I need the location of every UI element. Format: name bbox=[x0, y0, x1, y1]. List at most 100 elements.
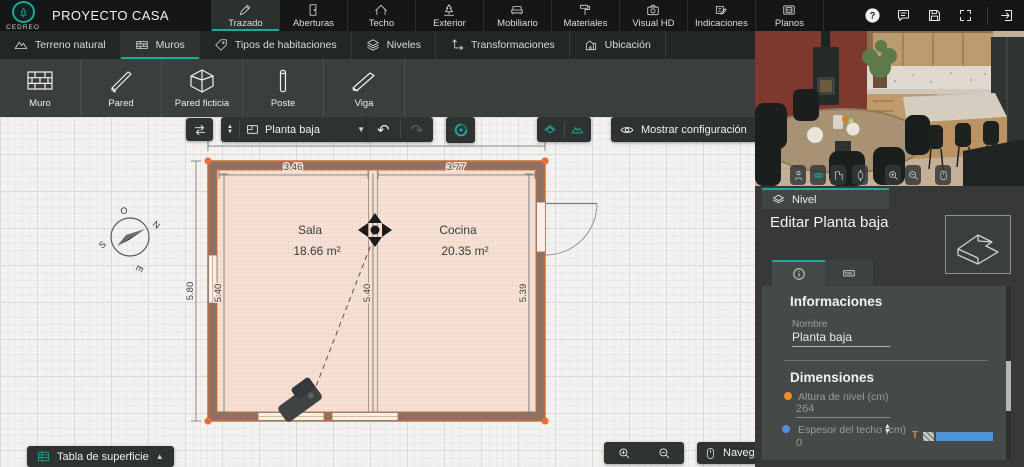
tool-viga[interactable]: Viga bbox=[324, 59, 405, 117]
sofa-icon bbox=[510, 3, 524, 17]
tool-poste[interactable]: Poste bbox=[243, 59, 324, 117]
compass-e: E bbox=[134, 264, 146, 274]
door-opening[interactable] bbox=[537, 202, 546, 252]
roof-view-icon bbox=[543, 123, 557, 137]
zoom-out-button[interactable] bbox=[644, 447, 684, 460]
subtab-transformaciones[interactable]: Transformaciones bbox=[436, 31, 570, 59]
preview-mouse-button[interactable] bbox=[935, 165, 951, 185]
room-floor[interactable] bbox=[217, 170, 536, 412]
room-area-sala[interactable]: 18.66 m² bbox=[293, 244, 340, 258]
tool-pared-ficticia[interactable]: Pared ficticia bbox=[162, 59, 243, 117]
texture-swatch[interactable] bbox=[923, 432, 934, 441]
tab-materiales[interactable]: Materiales bbox=[552, 0, 620, 31]
door-swing[interactable] bbox=[546, 204, 598, 256]
3d-preview-viewport[interactable] bbox=[755, 31, 1024, 186]
pencil-icon bbox=[238, 3, 252, 17]
room-name-cocina[interactable]: Cocina bbox=[439, 223, 477, 237]
tab-label: Techo bbox=[369, 18, 394, 29]
room-area-cocina[interactable]: 20.35 m² bbox=[441, 244, 488, 258]
exit-button[interactable] bbox=[987, 7, 1014, 25]
tool-label: Viga bbox=[355, 98, 374, 109]
subtab-muros[interactable]: Muros bbox=[121, 31, 200, 59]
swap-view-button[interactable] bbox=[186, 118, 213, 141]
exit-icon bbox=[999, 8, 1014, 23]
paint-swirl-icon bbox=[453, 122, 469, 138]
tab-trazado[interactable]: Trazado bbox=[211, 0, 280, 31]
roof-icon bbox=[374, 3, 388, 17]
tab-aberturas[interactable]: Aberturas bbox=[280, 0, 348, 31]
app-logo[interactable]: CEDREO bbox=[0, 0, 46, 31]
value-stepper[interactable]: ▲▼ bbox=[884, 425, 891, 434]
scrollbar-thumb[interactable] bbox=[1006, 361, 1011, 411]
level-iso-icon bbox=[952, 223, 1004, 267]
paint-mode-button[interactable] bbox=[446, 117, 475, 143]
right-panel: Nivel Editar Planta baja Informaciones N… bbox=[755, 31, 1024, 467]
terrain-view-button[interactable] bbox=[565, 123, 592, 137]
zoom-controls bbox=[604, 442, 684, 464]
tab-label: Materiales bbox=[564, 18, 608, 29]
panel-scrollbar[interactable] bbox=[1006, 286, 1011, 460]
panel-title: Editar Planta baja bbox=[770, 214, 888, 231]
zoom-out-icon bbox=[658, 447, 671, 460]
floor-plan-icon bbox=[246, 123, 259, 136]
zoom-in-button[interactable] bbox=[604, 447, 644, 460]
save-button[interactable] bbox=[925, 7, 943, 25]
tab-planos[interactable]: Planos bbox=[756, 0, 824, 31]
tab-exterior[interactable]: Exterior bbox=[416, 0, 484, 31]
subtab-label: Terreno natural bbox=[35, 39, 106, 51]
show-config-button[interactable]: Mostrar configuración ▼ bbox=[611, 117, 755, 142]
subtab-ubicacion[interactable]: Ubicación bbox=[570, 31, 666, 59]
ceiling-input[interactable] bbox=[796, 437, 890, 451]
help-button[interactable]: ? bbox=[863, 7, 881, 25]
info-tab[interactable] bbox=[772, 260, 825, 286]
tab-techo[interactable]: Techo bbox=[348, 0, 416, 31]
preview-zoom-out-button[interactable] bbox=[905, 165, 921, 185]
navigate-button[interactable]: Navegar ▲ bbox=[697, 442, 755, 464]
subtab-niveles[interactable]: Niveles bbox=[352, 31, 436, 59]
nivel-tab[interactable]: Nivel bbox=[762, 188, 889, 209]
swap-icon bbox=[193, 123, 207, 137]
project-title: PROYECTO CASA bbox=[52, 0, 169, 31]
tool-muro[interactable]: Muro bbox=[0, 59, 81, 117]
tab-indicaciones[interactable]: Indicaciones bbox=[688, 0, 756, 31]
level-height-input[interactable] bbox=[796, 403, 890, 418]
door-icon bbox=[306, 3, 320, 17]
person-view-button[interactable] bbox=[790, 165, 806, 185]
floor-plan[interactable]: 7.63 3.46 3.77 5.80 5.40 5.40 5.39 Sala … bbox=[0, 117, 755, 467]
level-height-marker bbox=[784, 392, 792, 400]
tab-mobiliario[interactable]: Mobiliario bbox=[484, 0, 552, 31]
poste-icon bbox=[266, 67, 300, 95]
tool-pared[interactable]: Pared bbox=[81, 59, 162, 117]
tab-label: Mobiliario bbox=[497, 18, 538, 29]
level-height-label: Altura de nivel (cm) bbox=[798, 391, 888, 403]
surface-table-button[interactable]: Tabla de superficie ▲ bbox=[27, 446, 174, 467]
baseboard-tab[interactable] bbox=[825, 260, 873, 286]
preview-zoom-in-button[interactable] bbox=[885, 165, 901, 185]
name-input[interactable] bbox=[792, 330, 890, 347]
plan-canvas[interactable]: 7.63 3.46 3.77 5.80 5.40 5.40 5.39 Sala … bbox=[0, 117, 755, 467]
roof-view-button[interactable] bbox=[537, 123, 564, 137]
mouse-drag-button[interactable] bbox=[852, 165, 868, 185]
compass: O N S E bbox=[97, 205, 162, 274]
svg-text:?: ? bbox=[869, 11, 875, 21]
tool-label: Muro bbox=[29, 98, 51, 109]
fullscreen-button[interactable] bbox=[956, 7, 974, 25]
dims-heading: Dimensiones bbox=[790, 370, 874, 385]
room-name-sala[interactable]: Sala bbox=[298, 223, 322, 237]
subtab-tipos-habitaciones[interactable]: Tipos de habitaciones bbox=[200, 31, 352, 59]
ceiling-marker bbox=[782, 425, 790, 433]
subtab-terreno-natural[interactable]: Terreno natural bbox=[0, 31, 121, 59]
redo-button[interactable]: ↷ bbox=[401, 121, 434, 139]
tool-label: Pared ficticia bbox=[175, 98, 229, 109]
undo-button[interactable]: ↶ bbox=[367, 121, 400, 139]
orbit-view-button[interactable] bbox=[810, 165, 826, 185]
floor-selector[interactable]: ▲▼ Planta baja ▼ bbox=[221, 117, 371, 142]
elevation-view-button[interactable] bbox=[830, 165, 846, 185]
mouse-icon bbox=[705, 447, 716, 460]
tab-visual-hd[interactable]: Visual HD bbox=[620, 0, 688, 31]
feedback-button[interactable] bbox=[894, 7, 912, 25]
level-thumbnail[interactable] bbox=[945, 215, 1011, 274]
floor-spinner[interactable]: ▲▼ bbox=[227, 125, 233, 134]
color-bar[interactable] bbox=[936, 432, 993, 441]
dim-right-height: 5.39 bbox=[518, 284, 529, 303]
